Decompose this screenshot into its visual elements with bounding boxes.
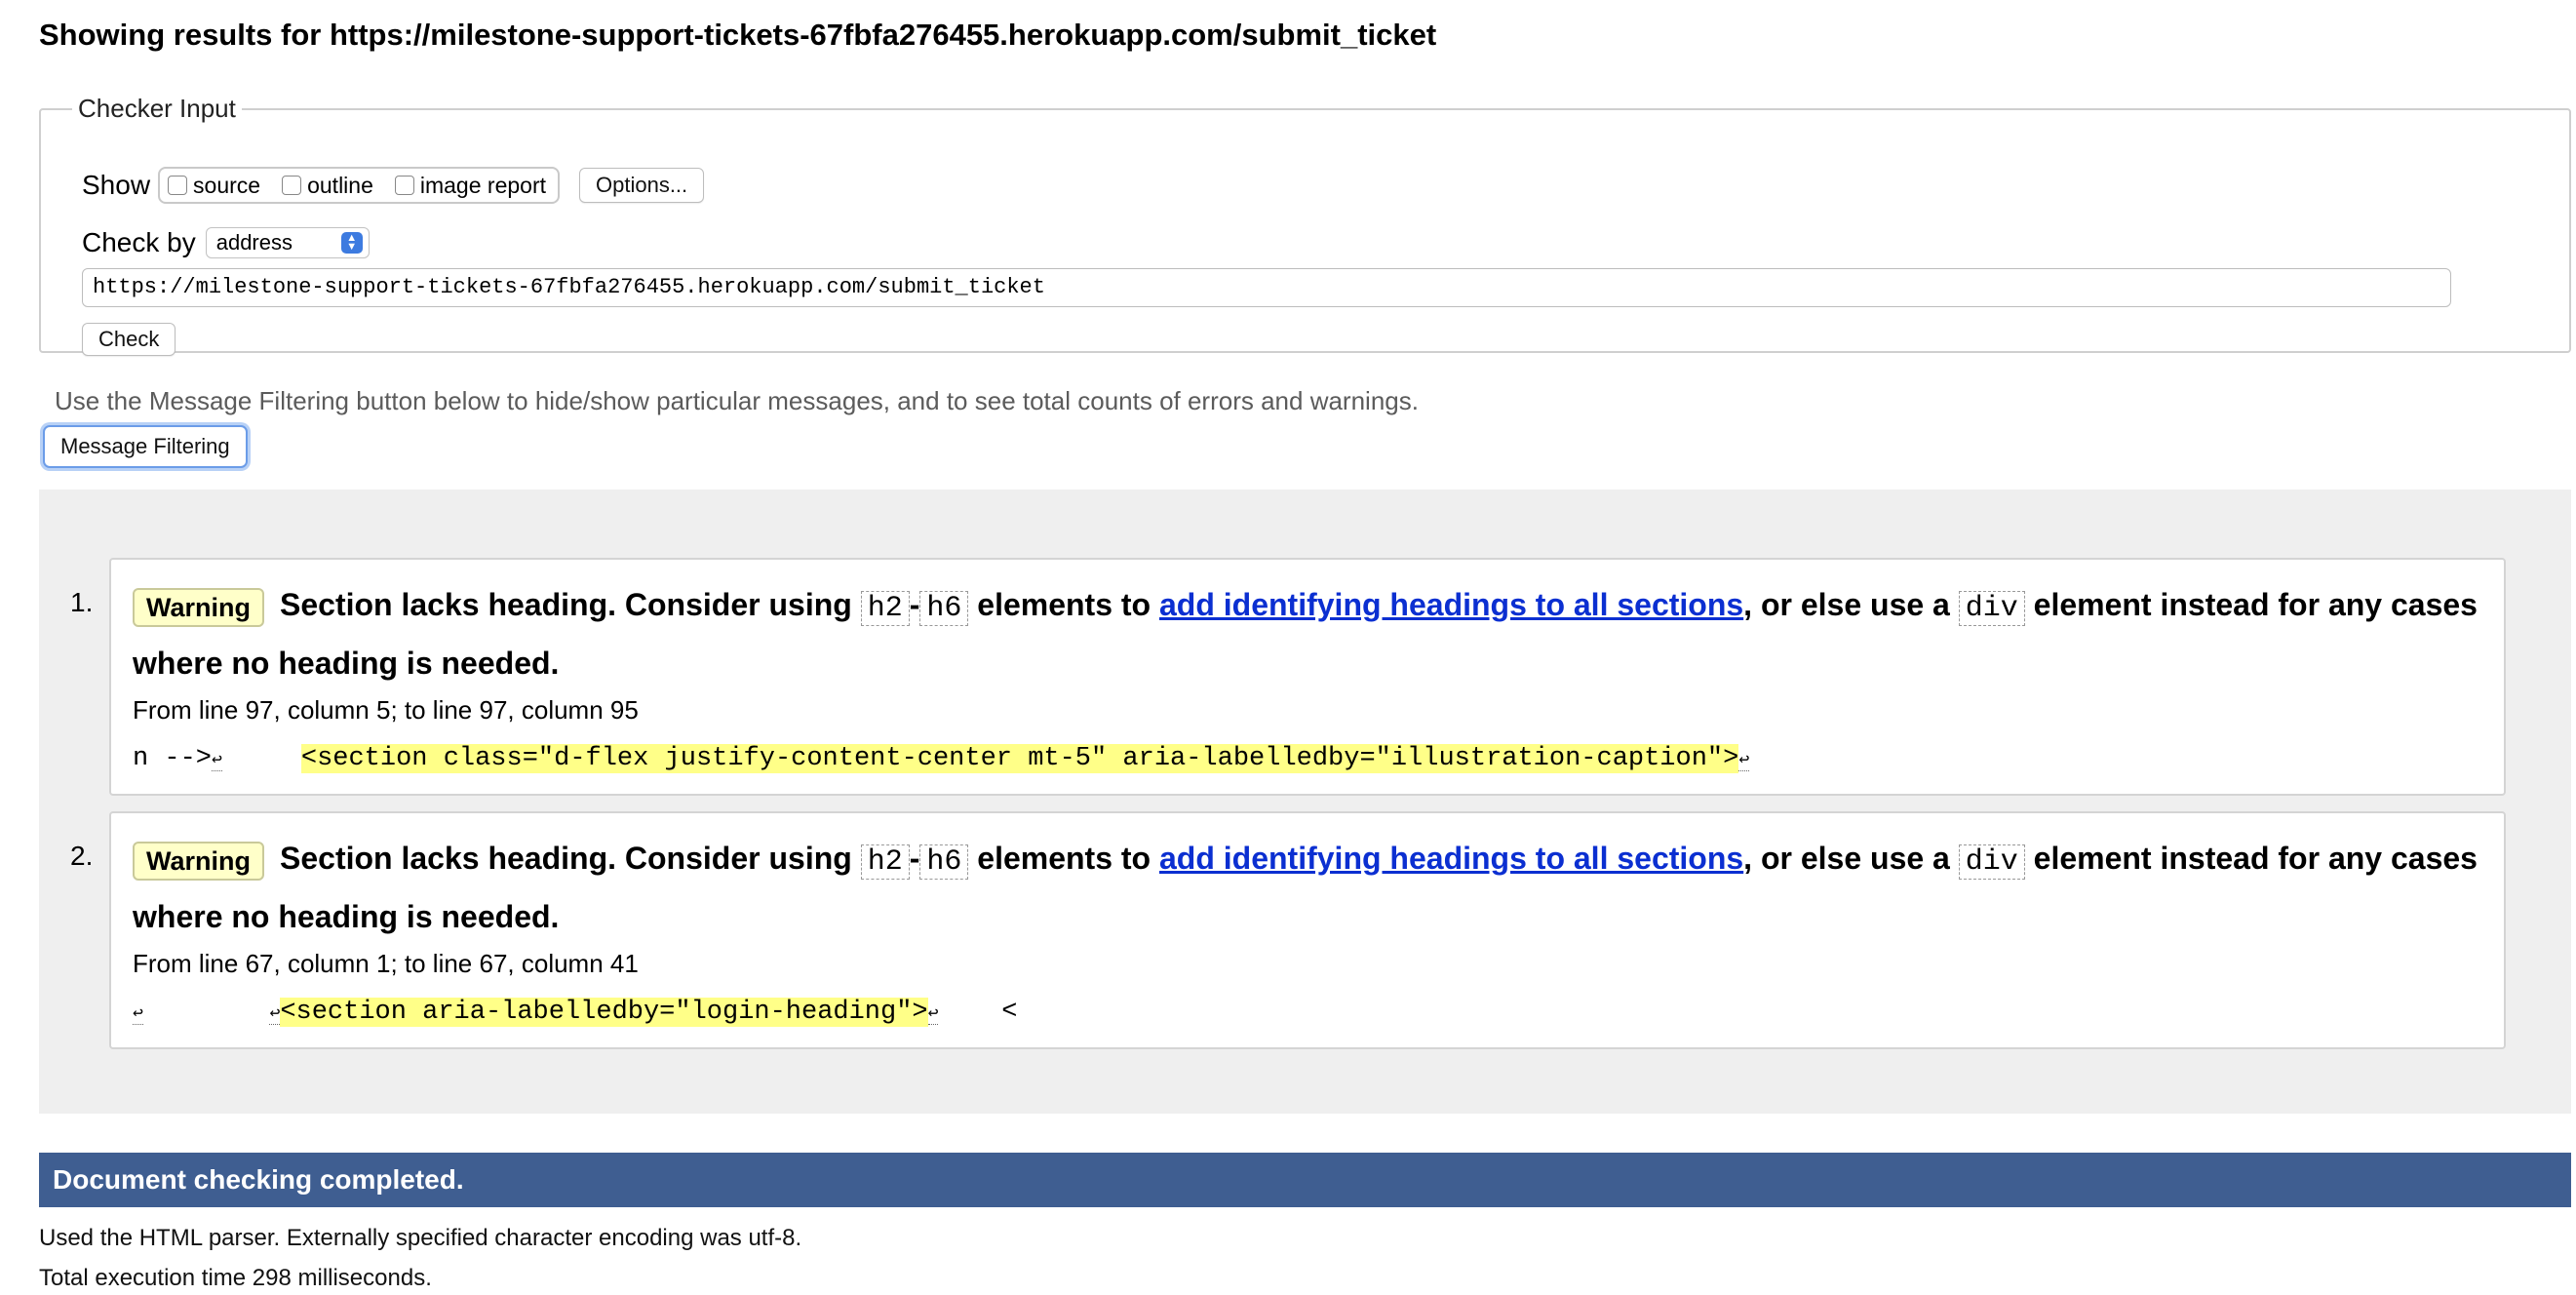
checkbox-box[interactable] [282,176,302,195]
title-text: , or else use a [1743,841,1950,876]
headings-help-link[interactable]: add identifying headings to all sections [1159,841,1743,876]
results-list: 1. Warning Section lacks heading. Conside… [39,490,2571,1114]
range-dash: - [909,587,920,622]
message-location: From line 67, column 1; to line 67, colu… [133,949,639,978]
code-h2: h2 [860,844,910,880]
checker-input-panel: Checker Input Show source outline image … [39,94,2571,356]
page-title: Showing results for https://milestone-su… [39,18,1437,52]
title-text: Section lacks heading. Consider using [280,587,852,622]
check-by-row: Check by address ▲ ▼ [82,227,370,258]
line-break-icon: ↩ [133,1004,143,1025]
extract-before: n --> [133,744,213,773]
extract-highlight: <section aria-labelledby="login-heading"… [280,998,928,1027]
code-div: div [1958,844,2025,880]
show-label: Show [82,170,151,200]
code-extract: n -->↩ <section class="d-flex justify-co… [133,739,2482,780]
line-break-icon: ↩ [212,751,222,771]
extract-highlight: <section class="d-flex justify-content-c… [300,744,1739,773]
message-number: 1. [70,587,94,617]
check-by-label: Check by [82,227,196,257]
checkbox-box[interactable] [168,176,188,195]
select-arrows-icon: ▲ ▼ [340,232,363,254]
range-dash: - [909,841,920,876]
show-row: Show source outline image report Options… [82,167,705,204]
check-by-select[interactable]: address ▲ ▼ [205,227,370,258]
url-input[interactable]: https://milestone-support-tickets-67fbfa… [82,268,2451,307]
checker-input-legend: Checker Input [78,94,236,123]
code-h6: h6 [919,591,969,626]
message-number: 2. [70,841,94,871]
filter-hint: Use the Message Filtering button below t… [55,386,1419,415]
code-h2: h2 [860,591,910,626]
message-location: From line 97, column 5; to line 97, colu… [133,695,639,725]
document-completed-banner: Document checking completed. [39,1153,2571,1207]
message-title: Warning Section lacks heading. Consider u… [133,831,2482,944]
extract-gap [143,998,270,1027]
code-h6: h6 [919,844,969,880]
image-report-checkbox[interactable]: image report [394,172,546,199]
title-text: elements to [977,841,1151,876]
outline-checkbox-label: outline [307,172,373,198]
parser-info: Used the HTML parser. Externally specifi… [39,1225,802,1251]
source-checkbox-label: source [193,172,261,198]
source-checkbox[interactable]: source [168,173,260,199]
show-options-group: source outline image report [158,167,560,204]
outline-checkbox[interactable]: outline [282,173,373,199]
line-break-icon: ↩ [927,1004,939,1025]
checkbox-box[interactable] [394,176,414,195]
message-title: Warning Section lacks heading. Consider u… [133,577,2482,690]
check-by-value: address [215,230,293,255]
extract-gap [222,744,301,773]
options-button[interactable]: Options... [579,168,705,203]
line-break-icon: ↩ [1738,751,1750,771]
headings-help-link[interactable]: add identifying headings to all sections [1159,587,1743,622]
title-text: elements to [977,587,1151,622]
line-break-icon: ↩ [269,1004,281,1025]
warning-badge: Warning [133,587,264,627]
extract-after: < [938,998,1018,1027]
execution-time: Total execution time 298 milliseconds. [39,1265,432,1291]
warning-badge: Warning [133,841,264,881]
title-text: , or else use a [1743,587,1950,622]
title-text: Section lacks heading. Consider using [280,841,852,876]
check-button[interactable]: Check [82,323,176,356]
image-report-checkbox-label: image report [419,172,546,198]
code-div: div [1958,591,2025,626]
message-item: 1. Warning Section lacks heading. Conside… [70,558,2506,796]
code-extract: ↩ ↩<section aria-labelledby="login-headi… [133,993,2482,1034]
message-item: 2. Warning Section lacks heading. Conside… [70,811,2506,1049]
message-filtering-button[interactable]: Message Filtering [43,425,248,468]
